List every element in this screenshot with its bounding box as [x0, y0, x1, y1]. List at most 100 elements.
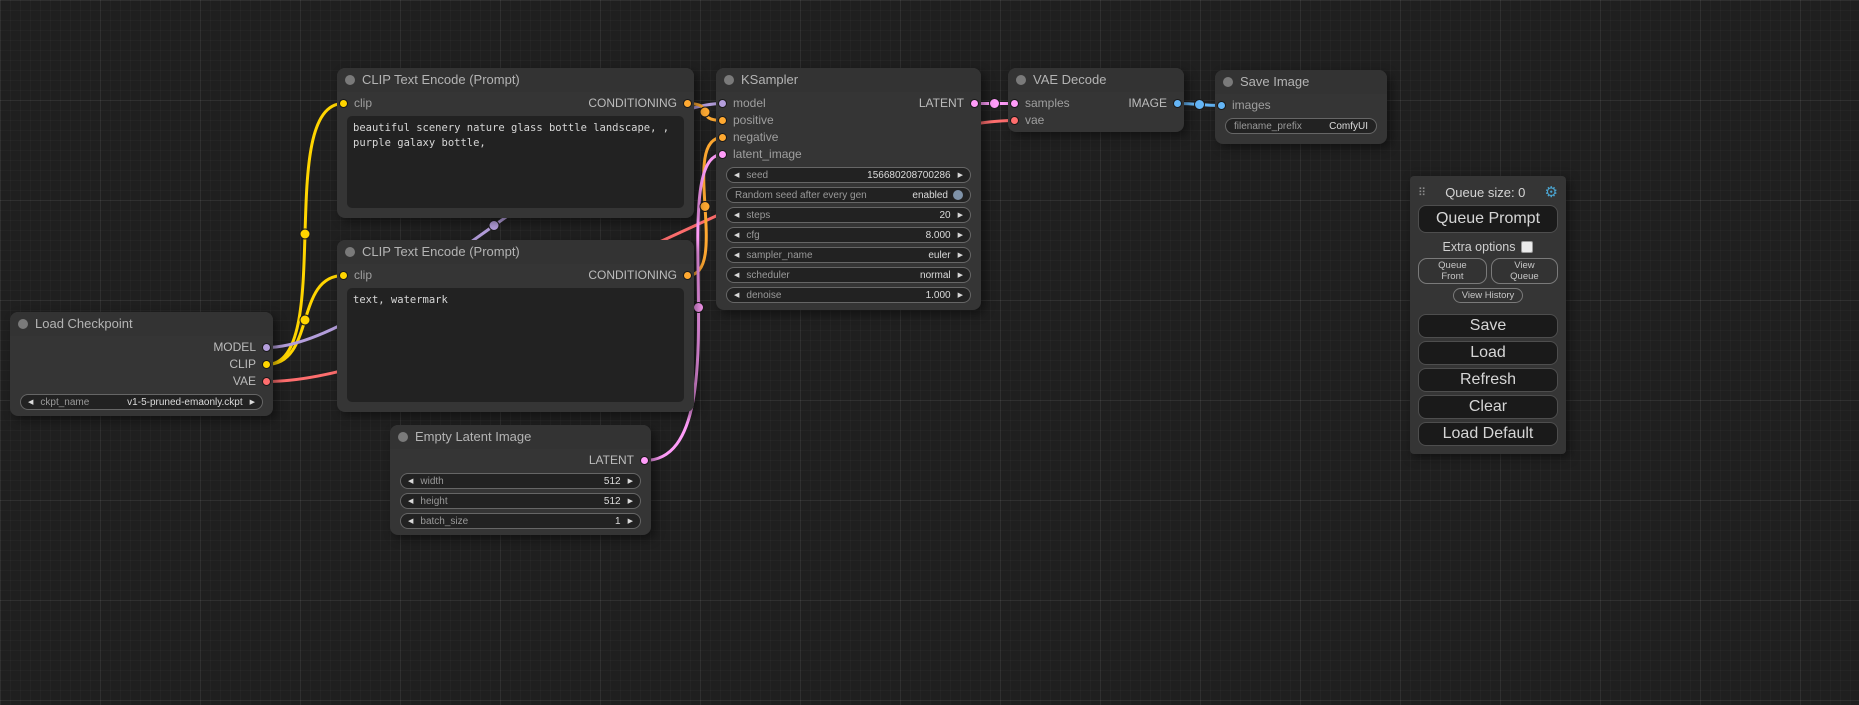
widget-scheduler[interactable]: ◀ scheduler normal ▶ [726, 267, 971, 283]
increment-arrow-icon[interactable]: ▶ [628, 478, 633, 485]
input-port-clip[interactable] [339, 271, 348, 280]
output-port-latent[interactable] [970, 99, 979, 108]
view-history-button[interactable]: View History [1453, 288, 1524, 303]
queue-prompt-button[interactable]: Queue Prompt [1418, 205, 1558, 233]
toggle-dot[interactable] [953, 190, 963, 200]
widget-width[interactable]: ◀ width 512 ▶ [400, 473, 641, 489]
clear-button[interactable]: Clear [1418, 395, 1558, 419]
node-titlebar[interactable]: CLIP Text Encode (Prompt) [337, 240, 694, 264]
widget-steps[interactable]: ◀ steps 20 ▶ [726, 207, 971, 223]
output-port-latent[interactable] [640, 456, 649, 465]
increment-arrow-icon[interactable]: ▶ [628, 518, 633, 525]
decrement-arrow-icon[interactable]: ◀ [734, 292, 739, 299]
input-port-samples[interactable] [1010, 99, 1019, 108]
input-port-images[interactable] [1217, 101, 1226, 110]
input-label-vae: vae [1025, 113, 1044, 127]
decrement-arrow-icon[interactable]: ◀ [408, 478, 413, 485]
widget-random-seed-toggle[interactable]: Random seed after every gen enabled [726, 187, 971, 203]
output-port-conditioning[interactable] [683, 99, 692, 108]
increment-arrow-icon[interactable]: ▶ [958, 272, 963, 279]
collapse-dot[interactable] [345, 247, 355, 257]
widget-label: sampler_name [746, 250, 812, 261]
decrement-arrow-icon[interactable]: ◀ [734, 172, 739, 179]
node-save-image[interactable]: Save Image images filename_prefix ComfyU… [1215, 70, 1387, 144]
wire-midpoint-dot [300, 229, 310, 239]
input-port-clip[interactable] [339, 99, 348, 108]
node-titlebar[interactable]: Save Image [1215, 70, 1387, 94]
wire-midpoint-dot [694, 303, 704, 313]
input-port-vae[interactable] [1010, 116, 1019, 125]
load-button[interactable]: Load [1418, 341, 1558, 365]
widget-filename-prefix[interactable]: filename_prefix ComfyUI [1225, 118, 1377, 134]
widget-batch-size[interactable]: ◀ batch_size 1 ▶ [400, 513, 641, 529]
output-port-image[interactable] [1173, 99, 1182, 108]
decrement-arrow-icon[interactable]: ◀ [734, 232, 739, 239]
widget-cfg[interactable]: ◀ cfg 8.000 ▶ [726, 227, 971, 243]
save-button[interactable]: Save [1418, 314, 1558, 338]
increment-arrow-icon[interactable]: ▶ [958, 232, 963, 239]
widget-value: 512 [604, 476, 621, 487]
slot-row: images [1215, 97, 1387, 114]
node-vae-decode[interactable]: VAE Decode samples IMAGE vae [1008, 68, 1184, 132]
increment-arrow-icon[interactable]: ▶ [958, 172, 963, 179]
output-port-clip[interactable] [262, 360, 271, 369]
negative-prompt-textarea[interactable]: text, watermark [347, 288, 684, 402]
node-titlebar[interactable]: VAE Decode [1008, 68, 1184, 92]
output-slot-row: MODEL [10, 339, 273, 356]
extra-options-checkbox[interactable] [1521, 241, 1533, 253]
node-load-checkpoint[interactable]: Load Checkpoint MODEL CLIP VAE ◀ ckpt_na… [10, 312, 273, 416]
increment-arrow-icon[interactable]: ▶ [250, 399, 255, 406]
node-titlebar[interactable]: CLIP Text Encode (Prompt) [337, 68, 694, 92]
queue-front-button[interactable]: Queue Front [1418, 258, 1487, 284]
wire-midpoint-dot [489, 221, 499, 231]
node-titlebar[interactable]: Empty Latent Image [390, 425, 651, 449]
widget-seed[interactable]: ◀ seed 156680208700286 ▶ [726, 167, 971, 183]
decrement-arrow-icon[interactable]: ◀ [408, 518, 413, 525]
output-port-vae[interactable] [262, 377, 271, 386]
collapse-dot[interactable] [1223, 77, 1233, 87]
increment-arrow-icon[interactable]: ▶ [958, 212, 963, 219]
slot-row: clip CONDITIONING [337, 95, 694, 112]
widget-denoise[interactable]: ◀ denoise 1.000 ▶ [726, 287, 971, 303]
input-port-model[interactable] [718, 99, 727, 108]
node-ksampler[interactable]: KSampler model LATENT positive negative … [716, 68, 981, 310]
output-slot-row: VAE [10, 373, 273, 390]
widget-sampler-name[interactable]: ◀ sampler_name euler ▶ [726, 247, 971, 263]
decrement-arrow-icon[interactable]: ◀ [734, 212, 739, 219]
collapse-dot[interactable] [18, 319, 28, 329]
input-label-samples: samples [1025, 96, 1070, 110]
input-port-positive[interactable] [718, 116, 727, 125]
collapse-dot[interactable] [345, 75, 355, 85]
drag-handle-icon[interactable]: ⠿ [1418, 186, 1426, 199]
graph-canvas[interactable]: Load Checkpoint MODEL CLIP VAE ◀ ckpt_na… [0, 0, 1859, 705]
input-port-latent-image[interactable] [718, 150, 727, 159]
decrement-arrow-icon[interactable]: ◀ [734, 272, 739, 279]
output-port-conditioning[interactable] [683, 271, 692, 280]
widget-label: width [420, 476, 443, 487]
node-clip-text-encode-positive[interactable]: CLIP Text Encode (Prompt) clip CONDITION… [337, 68, 694, 218]
input-port-negative[interactable] [718, 133, 727, 142]
widget-height[interactable]: ◀ height 512 ▶ [400, 493, 641, 509]
node-empty-latent-image[interactable]: Empty Latent Image LATENT ◀ width 512 ▶ … [390, 425, 651, 535]
collapse-dot[interactable] [1016, 75, 1026, 85]
output-port-model[interactable] [262, 343, 271, 352]
decrement-arrow-icon[interactable]: ◀ [408, 498, 413, 505]
view-queue-button[interactable]: View Queue [1491, 258, 1558, 284]
positive-prompt-textarea[interactable]: beautiful scenery nature glass bottle la… [347, 116, 684, 208]
collapse-dot[interactable] [724, 75, 734, 85]
node-titlebar[interactable]: KSampler [716, 68, 981, 92]
increment-arrow-icon[interactable]: ▶ [958, 292, 963, 299]
widget-ckpt-name[interactable]: ◀ ckpt_name v1-5-pruned-emaonly.ckpt ▶ [20, 394, 263, 410]
slot-row: latent_image [716, 146, 981, 163]
load-default-button[interactable]: Load Default [1418, 422, 1558, 446]
increment-arrow-icon[interactable]: ▶ [628, 498, 633, 505]
collapse-dot[interactable] [398, 432, 408, 442]
decrement-arrow-icon[interactable]: ◀ [28, 399, 33, 406]
decrement-arrow-icon[interactable]: ◀ [734, 252, 739, 259]
node-clip-text-encode-negative[interactable]: CLIP Text Encode (Prompt) clip CONDITION… [337, 240, 694, 412]
refresh-button[interactable]: Refresh [1418, 368, 1558, 392]
node-titlebar[interactable]: Load Checkpoint [10, 312, 273, 336]
widget-label: steps [746, 210, 770, 221]
increment-arrow-icon[interactable]: ▶ [958, 252, 963, 259]
settings-gear-icon[interactable]: ⚙ [1545, 185, 1558, 200]
